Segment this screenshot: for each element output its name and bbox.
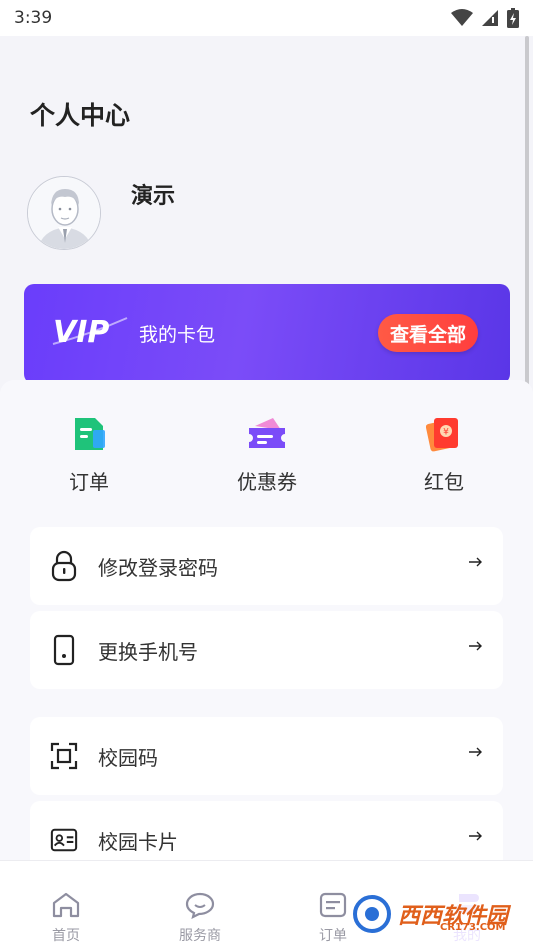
watermark-logo-icon [353, 895, 391, 933]
red-packet-icon: ¥ [425, 418, 458, 452]
tab-home[interactable]: 首页 [21, 891, 111, 945]
quick-action-coupons[interactable]: 优惠券 [212, 416, 322, 495]
scan-code-icon [50, 740, 78, 772]
menu-row-label: 更换手机号 [98, 639, 198, 664]
vip-card-title: 我的卡包 [139, 324, 216, 346]
quick-action-orders[interactable]: 订单 [34, 416, 144, 495]
id-card-icon [50, 824, 78, 856]
view-all-button[interactable]: 查看全部 [377, 314, 478, 352]
menu-row-campus-code[interactable]: 校园码 [30, 717, 503, 795]
menu-row-change-phone[interactable]: 更换手机号 [30, 611, 503, 689]
vip-card[interactable]: VIP 我的卡包 查看全部 [24, 284, 510, 384]
chat-bubble-icon [185, 892, 215, 920]
menu-row-label: 校园码 [98, 745, 158, 770]
wifi-icon [451, 9, 473, 26]
menu-row-change-password[interactable]: 修改登录密码 [30, 527, 503, 605]
order-list-icon [319, 892, 347, 918]
tab-service-provider[interactable]: 服务商 [155, 891, 245, 945]
tab-label: 服务商 [179, 928, 221, 944]
system-icons [451, 8, 519, 28]
watermark-sub: CR173.COM [440, 922, 506, 933]
signal-icon [482, 10, 498, 26]
status-time: 3:39 [14, 8, 53, 28]
status-bar: 3:39 [0, 0, 533, 36]
svg-text:¥: ¥ [443, 428, 449, 438]
vip-logo: VIP [51, 314, 129, 352]
coupon-icon [249, 418, 285, 448]
username: 演示 [131, 184, 176, 209]
quick-action-red-packets[interactable]: ¥ 红包 [389, 416, 499, 495]
arrow-right-icon [469, 557, 482, 567]
arrow-right-icon [469, 641, 482, 651]
battery-icon [507, 8, 519, 28]
arrow-right-icon [469, 747, 482, 757]
lock-icon [50, 550, 78, 582]
menu-row-label: 修改登录密码 [98, 555, 218, 580]
page-title: 个人中心 [30, 101, 131, 130]
vip-logo-text: VIP [53, 315, 109, 348]
quick-action-label: 红包 [424, 470, 464, 494]
avatar-person-icon [28, 177, 100, 249]
quick-action-label: 订单 [69, 470, 109, 494]
arrow-right-icon [469, 831, 482, 841]
home-icon [52, 892, 80, 918]
watermark: 西西软件园 CR173.COM [352, 886, 532, 942]
menu-row-label: 校园卡片 [98, 829, 178, 854]
phone-icon [50, 634, 78, 666]
avatar[interactable] [27, 176, 101, 250]
order-doc-icon [75, 418, 105, 450]
tab-label: 首页 [52, 928, 80, 944]
quick-action-label: 优惠券 [237, 470, 297, 494]
